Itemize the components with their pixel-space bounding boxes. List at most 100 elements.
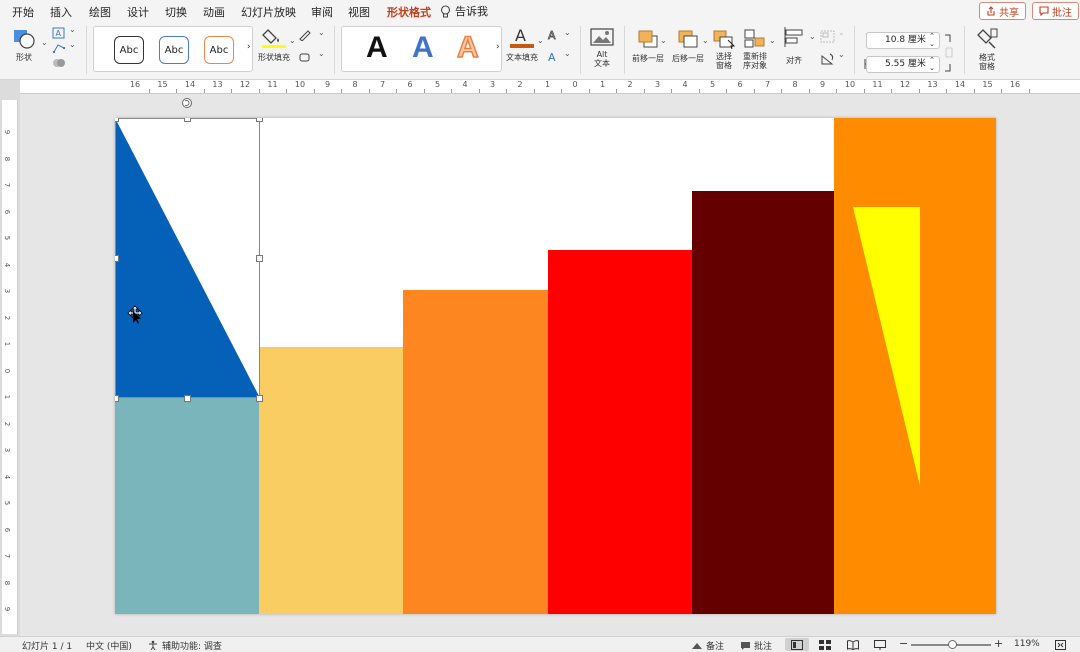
horizontal-ruler[interactable]: 16 15 14 13 12 11 10 9 8 7 6 5 4 3 2 1 0 1 2 3 4 5 6 7 8 9 10 11 12 1… xyxy=(20,80,1080,94)
tell-me-search[interactable]: 告诉我 xyxy=(440,3,488,19)
ruler-tick-mark xyxy=(836,89,838,93)
shape-style-3[interactable]: Abc xyxy=(204,36,234,64)
comment-status-icon[interactable] xyxy=(740,641,751,651)
resize-handle-tl[interactable] xyxy=(115,118,119,122)
chevron-down-icon[interactable]: ⌄ xyxy=(318,28,325,37)
tab-shape-format[interactable]: 形状格式 xyxy=(387,4,431,24)
alt-text-button[interactable]: Alt 文本 xyxy=(590,28,614,68)
slide[interactable] xyxy=(115,118,996,614)
format-pane-button[interactable]: 格式 窗格 xyxy=(975,27,999,71)
ruler-tick-mark xyxy=(451,89,453,93)
slide-sorter-icon[interactable] xyxy=(819,640,831,650)
chevron-down-icon[interactable]: ⌄ xyxy=(41,38,48,47)
chevron-down-icon[interactable]: ⌄ xyxy=(537,36,544,45)
text-box-icon[interactable]: A xyxy=(52,27,66,39)
bring-forward-button[interactable]: 前移一层 xyxy=(632,28,664,63)
tab-home[interactable]: 开始 xyxy=(12,4,34,20)
shape-style-2[interactable]: Abc xyxy=(159,36,189,64)
chevron-down-icon[interactable]: ⌄ xyxy=(564,49,571,58)
chevron-down-icon[interactable]: ⌄ xyxy=(838,50,845,59)
zoom-out-button[interactable]: − xyxy=(899,637,908,650)
tab-draw[interactable]: 绘图 xyxy=(89,4,111,20)
tab-slideshow[interactable]: 幻灯片放映 xyxy=(241,4,296,20)
spin-arrows-icon[interactable]: ⌃ ⌄ xyxy=(929,32,935,48)
merge-shapes-icon[interactable] xyxy=(52,57,66,69)
orange-rectangle[interactable] xyxy=(403,290,548,614)
shape-style-1[interactable]: Abc xyxy=(114,36,144,64)
align-button[interactable]: 对齐 xyxy=(782,26,806,65)
zoom-in-button[interactable]: + xyxy=(994,637,1003,650)
shape-fill-button[interactable]: 形状填充 xyxy=(258,26,290,62)
wordart-style-3[interactable]: A xyxy=(456,30,479,65)
zoom-level[interactable]: 119% xyxy=(1014,639,1040,649)
accessibility-status[interactable]: 辅助功能: 调查 xyxy=(162,639,222,652)
light-yellow-rectangle[interactable] xyxy=(259,347,403,614)
comments-button[interactable]: 批注 xyxy=(1032,2,1079,20)
resize-handle-l[interactable] xyxy=(115,255,119,262)
rotate-icon[interactable] xyxy=(820,52,836,66)
gallery-more-arrow[interactable]: › xyxy=(247,42,251,52)
wordart-style-2[interactable]: A xyxy=(412,31,434,65)
pen-outline-icon[interactable] xyxy=(298,29,312,41)
resize-handle-b[interactable] xyxy=(184,395,191,402)
accessibility-icon[interactable] xyxy=(148,640,158,650)
chevron-down-icon[interactable]: ⌄ xyxy=(289,36,296,45)
resize-handle-t[interactable] xyxy=(184,118,191,122)
chevron-down-icon[interactable]: ⌄ xyxy=(564,28,571,37)
reorder-objects-button[interactable]: 重新排 序对象 xyxy=(743,28,767,70)
zoom-slider-thumb[interactable] xyxy=(948,640,957,649)
slideshow-icon[interactable] xyxy=(874,640,886,650)
red-rectangle[interactable] xyxy=(548,250,692,614)
dark-red-rectangle[interactable] xyxy=(692,191,834,614)
fit-to-window-icon[interactable] xyxy=(1055,640,1066,650)
tab-animations[interactable]: 动画 xyxy=(203,4,225,20)
shape-effects-icon[interactable] xyxy=(298,51,312,63)
selection-pane-button[interactable]: 选择 窗格 xyxy=(712,28,736,70)
ruler-tick-mark xyxy=(313,89,315,93)
group-objects-icon[interactable] xyxy=(820,30,836,44)
shape-height-input[interactable]: 10.8 厘米 ⌃ ⌄ xyxy=(866,32,940,49)
language-indicator[interactable]: 中文 (中国) xyxy=(86,639,132,652)
wordart-more-arrow[interactable]: › xyxy=(496,42,500,52)
wordart-style-1[interactable]: A xyxy=(366,31,388,65)
tab-review[interactable]: 审阅 xyxy=(311,4,333,20)
spin-arrows-icon[interactable]: ⌃ ⌄ xyxy=(929,56,935,72)
shape-width-input[interactable]: 5.55 厘米 ⌃ ⌄ xyxy=(866,56,940,73)
tab-insert[interactable]: 插入 xyxy=(50,4,72,20)
text-outline-icon[interactable]: A xyxy=(546,29,560,41)
teal-rectangle[interactable] xyxy=(115,398,259,614)
text-fill-button[interactable]: A 文本填充 xyxy=(506,26,538,62)
resize-handle-tr[interactable] xyxy=(256,118,263,122)
insert-shape-button[interactable]: 形状 xyxy=(12,28,36,62)
chevron-down-icon[interactable]: ⌄ xyxy=(69,40,76,49)
resize-handle-bl[interactable] xyxy=(115,395,119,402)
tab-transitions[interactable]: 切换 xyxy=(165,4,187,20)
chevron-down-icon[interactable]: ⌄ xyxy=(809,32,816,41)
ruler-tick-mark xyxy=(891,89,893,93)
ruler-tick-label: 8 xyxy=(352,80,358,89)
chevron-down-icon[interactable]: ⌄ xyxy=(69,25,76,34)
lock-aspect-icon[interactable] xyxy=(943,34,953,72)
selection-pane-label-1: 选择 xyxy=(716,52,732,61)
resize-handle-br[interactable] xyxy=(256,395,263,402)
tab-view[interactable]: 视图 xyxy=(348,4,370,20)
vertical-ruler[interactable]: 9 8 7 6 5 4 3 2 1 0 1 2 3 4 5 6 7 8 9 xyxy=(2,100,18,634)
notes-label[interactable]: 备注 xyxy=(706,639,724,652)
chevron-down-icon[interactable]: ⌄ xyxy=(769,36,776,45)
chevron-down-icon[interactable]: ⌄ xyxy=(660,36,667,45)
send-backward-button[interactable]: 后移一层 xyxy=(672,28,704,63)
chevron-down-icon[interactable]: ⌄ xyxy=(702,36,709,45)
ruler-tick-mark xyxy=(203,89,205,93)
text-effects-icon[interactable]: A xyxy=(546,51,560,63)
share-button[interactable]: 共享 xyxy=(979,2,1026,20)
ruler-tick-label: 10 xyxy=(844,80,856,89)
resize-handle-r[interactable] xyxy=(256,255,263,262)
notes-icon[interactable] xyxy=(691,641,703,650)
reading-view-icon[interactable] xyxy=(847,640,859,650)
edit-points-icon[interactable] xyxy=(52,42,66,54)
rotate-handle-icon[interactable] xyxy=(181,97,193,109)
comments-status-label[interactable]: 批注 xyxy=(754,639,772,652)
chevron-down-icon[interactable]: ⌄ xyxy=(318,49,325,58)
chevron-down-icon[interactable]: ⌄ xyxy=(838,28,845,37)
tab-design[interactable]: 设计 xyxy=(127,4,149,20)
